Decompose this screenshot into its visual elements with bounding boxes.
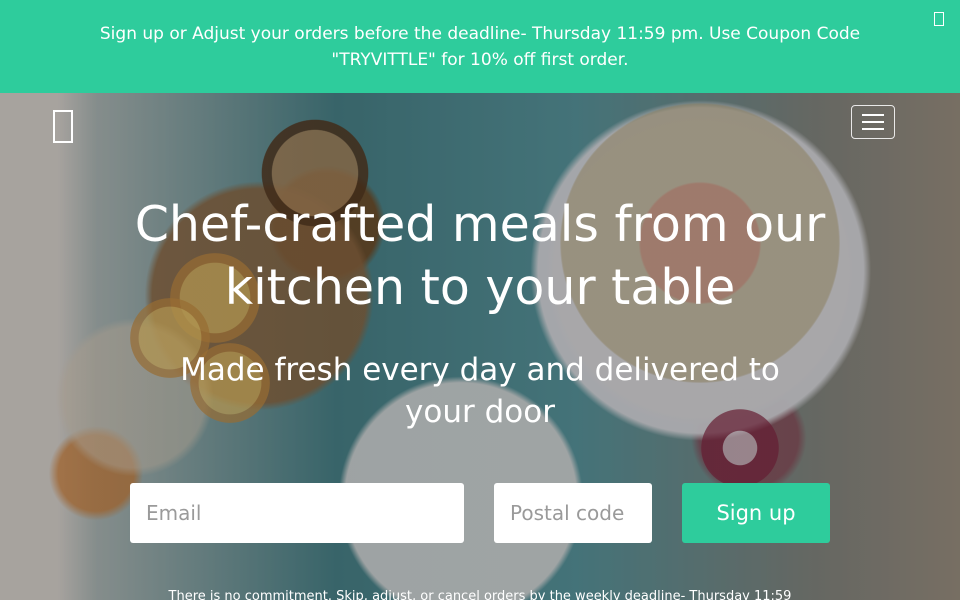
signup-button[interactable]: Sign up [682, 483, 830, 543]
hamburger-menu-icon[interactable] [851, 105, 895, 139]
hero-headline: Chef-crafted meals from our kitchen to y… [134, 196, 826, 316]
postal-code-input[interactable] [494, 483, 652, 543]
logo-placeholder-icon[interactable] [53, 110, 73, 143]
hero-subheadline: Made fresh every day and delivered to yo… [180, 352, 780, 430]
close-icon[interactable] [934, 12, 944, 26]
announcement-banner: Sign up or Adjust your orders before the… [0, 0, 960, 93]
email-input[interactable] [130, 483, 464, 543]
banner-text: Sign up or Adjust your orders before the… [99, 23, 861, 70]
fine-print: There is no commitment. Skip, adjust, or… [168, 589, 792, 600]
hero-section: Chef-crafted meals from our kitchen to y… [0, 93, 960, 600]
hero-content: Chef-crafted meals from our kitchen to y… [0, 93, 960, 600]
